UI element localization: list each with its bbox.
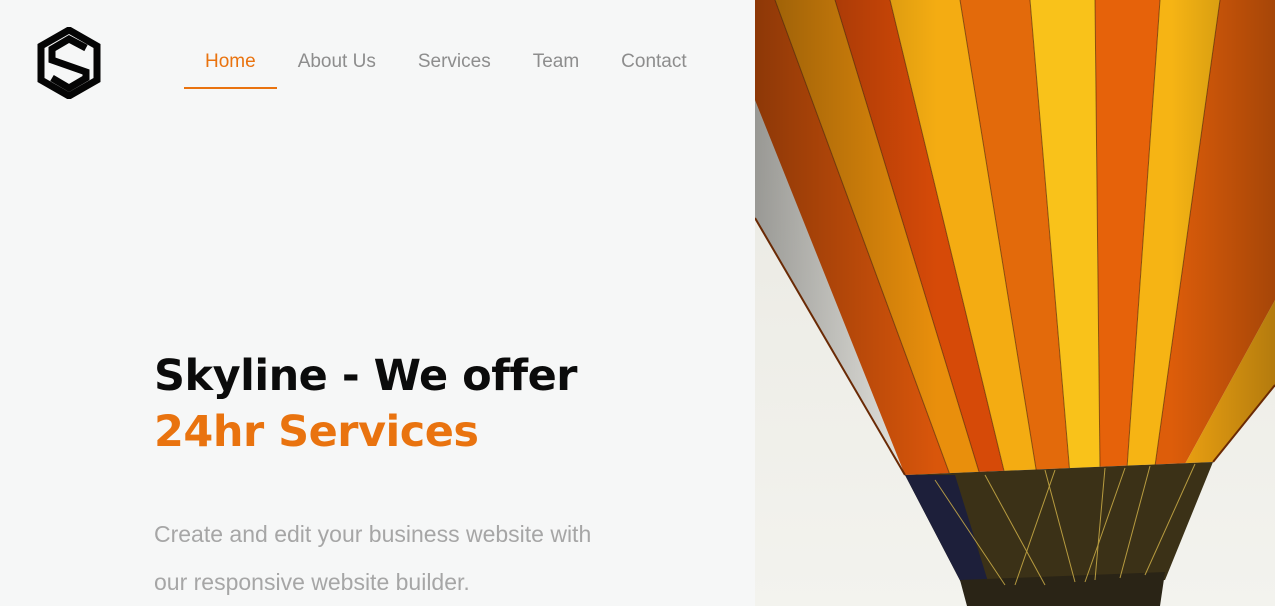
- hero-title-line2: 24hr Services: [154, 407, 479, 457]
- nav-about-us[interactable]: About Us: [277, 40, 397, 89]
- logo-icon[interactable]: [37, 25, 101, 101]
- hero-description: Create and edit your business website wi…: [154, 521, 592, 595]
- main-nav: Home About Us Services Team Contact: [184, 40, 708, 89]
- hero-title-line1: Skyline - We offer: [154, 351, 578, 401]
- hero-title: Skyline - We offer 24hr Services: [154, 348, 578, 460]
- nav-contact[interactable]: Contact: [600, 40, 707, 89]
- nav-home[interactable]: Home: [184, 40, 277, 89]
- hot-air-balloon-image: [755, 0, 1275, 606]
- left-panel: Home About Us Services Team Contact Skyl…: [0, 0, 755, 606]
- nav-services[interactable]: Services: [397, 40, 512, 89]
- landing-page: Home About Us Services Team Contact Skyl…: [0, 0, 1275, 606]
- nav-team[interactable]: Team: [512, 40, 600, 89]
